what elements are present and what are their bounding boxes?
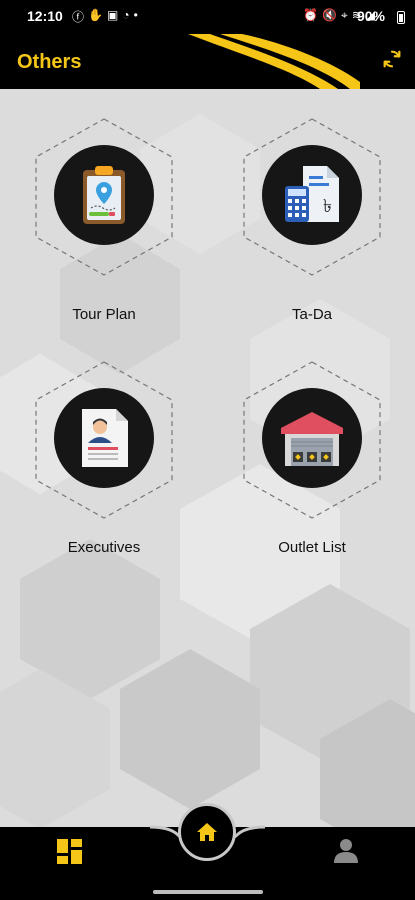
battery-percent: 90%: [356, 8, 385, 24]
refresh-icon: [383, 50, 401, 68]
hand-icon: ✋: [88, 8, 103, 22]
alarm-icon: ⏰: [303, 8, 318, 22]
mute-icon: 🔇: [321, 8, 337, 22]
tile-icon-circle: [262, 388, 362, 488]
status-bar: 12:10 ⓕ ✋ ▣ ◔ • ⏰ 🔇 ⌖ ≋ ◢ 90%: [0, 0, 415, 34]
bottom-navigation: [0, 803, 415, 900]
warehouse-icon: [281, 412, 343, 466]
app-header: Others: [0, 34, 415, 89]
header-swoosh-graphic: [188, 34, 360, 89]
home-icon: [197, 823, 217, 841]
page-title: Others: [17, 51, 82, 73]
tile-label: Executives: [67, 539, 141, 556]
content-area: Tour Plan ৳ Ta-Da Executives Outlet List: [0, 89, 415, 827]
tile-label: Ta-Da: [291, 306, 332, 323]
person-icon: [334, 839, 358, 863]
tile-icon-circle: [54, 388, 154, 488]
nav-profile-button[interactable]: [334, 838, 358, 864]
battery-icon: [397, 11, 405, 24]
calculator-document-icon: ৳: [285, 166, 339, 222]
notification-icons: ⓕ ✋ ▣ ◔ •: [72, 8, 138, 25]
tile-tour-plan[interactable]: Tour Plan: [34, 117, 174, 332]
status-time: 12:10: [27, 8, 63, 24]
tile-label: Tour Plan: [72, 306, 136, 323]
svg-text:৳: ৳: [323, 196, 332, 217]
clipboard-map-pin-icon: [83, 166, 125, 224]
tile-icon-circle: ৳: [262, 145, 362, 245]
tile-executives[interactable]: Executives: [34, 360, 174, 575]
app-icon: ▣: [106, 8, 119, 22]
tile-ta-da[interactable]: ৳ Ta-Da: [242, 117, 382, 332]
tile-icon-circle: [54, 145, 154, 245]
gesture-bar: [153, 890, 263, 894]
chat-icon: ◔: [122, 8, 130, 22]
refresh-button[interactable]: [379, 48, 405, 74]
nav-home-button[interactable]: [178, 803, 236, 861]
location-icon: ⌖: [340, 8, 348, 22]
dot-icon: •: [133, 8, 138, 22]
tile-outlet-list[interactable]: Outlet List: [242, 360, 382, 575]
nav-dashboard-button[interactable]: [57, 839, 82, 864]
dashboard-grid-icon: [57, 839, 82, 864]
profile-document-icon: [82, 409, 128, 467]
tile-label: Outlet List: [278, 539, 346, 556]
facebook-icon: ⓕ: [72, 10, 85, 24]
